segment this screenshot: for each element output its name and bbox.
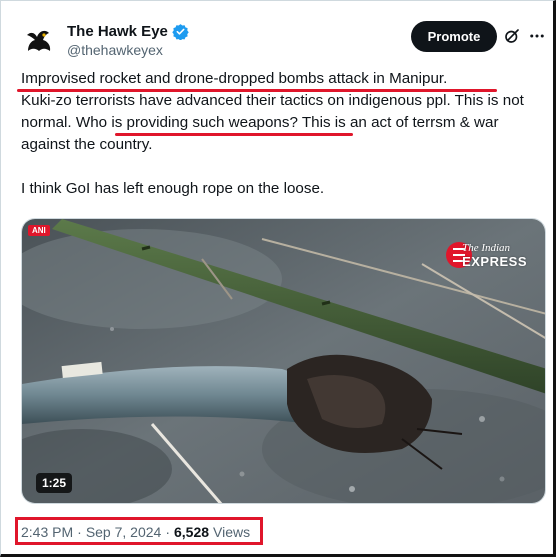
avatar[interactable] — [19, 21, 59, 61]
tweet-line-1: Improvised rocket and drone-dropped bomb… — [21, 70, 448, 87]
tweet-card: The Hawk Eye @thehawkeyex Promote Improv… — [0, 0, 556, 557]
more-dots-icon[interactable] — [527, 27, 547, 45]
views-count[interactable]: 6,528 — [174, 524, 209, 540]
video-player[interactable]: ANI The Indian EXPRESS 1:25 — [21, 218, 546, 504]
watermark-line-1: The Indian — [462, 242, 511, 254]
watermark-line-2: EXPRESS — [462, 254, 527, 269]
tweet-highlight-question: Who is providing such weapons? — [75, 114, 298, 131]
red-underline-annotation — [115, 133, 353, 136]
media-watermark: The Indian EXPRESS — [462, 241, 527, 269]
tweet-paragraph-2: I think GoI has left enough rope on the … — [21, 180, 325, 197]
verified-badge-icon — [172, 24, 189, 40]
source-badge: ANI — [28, 225, 50, 236]
tweet-meta: 2:43 PM · Sep 7, 2024 · 6,528 Views — [21, 524, 250, 540]
promote-button[interactable]: Promote — [411, 21, 497, 52]
red-underline-annotation — [17, 89, 497, 92]
meta-separator: · — [165, 524, 170, 540]
video-duration: 1:25 — [36, 473, 73, 493]
meta-separator: · — [77, 524, 82, 540]
author-name-row[interactable]: The Hawk Eye — [67, 23, 189, 40]
views-label[interactable]: Views — [213, 524, 250, 540]
tweet-date[interactable]: Sep 7, 2024 — [86, 524, 162, 540]
hawk-silhouette-icon — [19, 21, 59, 61]
tweet-body: Kuki-zo terrorists have advanced their t… — [21, 90, 541, 156]
author-display-name[interactable]: The Hawk Eye — [67, 23, 168, 40]
tweet-time[interactable]: 2:43 PM — [21, 524, 73, 540]
grok-icon[interactable] — [503, 27, 521, 45]
author-handle[interactable]: @thehawkeyex — [67, 42, 163, 58]
